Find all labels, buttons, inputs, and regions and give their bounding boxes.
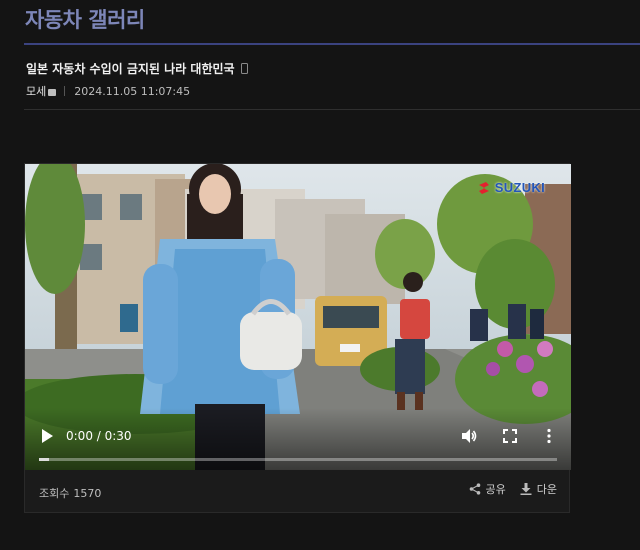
brand-logo: SUZUKI xyxy=(477,180,545,195)
post-actions: 공유 다운 xyxy=(469,481,557,497)
author-badge-icon xyxy=(48,88,57,96)
share-label: 공유 xyxy=(485,483,506,496)
meta-separator xyxy=(64,86,66,96)
video-controls: 0:00 / 0:30 xyxy=(25,408,571,470)
gallery-title[interactable]: 자동차 갤러리 xyxy=(25,4,145,34)
play-icon[interactable] xyxy=(41,429,53,443)
video-player[interactable]: SUZUKI 0:00 / 0:30 xyxy=(25,164,571,470)
download-button[interactable]: 다운 xyxy=(520,481,557,497)
share-icon xyxy=(469,483,480,495)
share-button[interactable]: 공유 xyxy=(469,481,506,497)
time-display: 0:00 / 0:30 xyxy=(66,429,132,443)
title-divider xyxy=(24,43,640,45)
post-title: 일본 자동차 수입이 금지된 나라 대한민국 xyxy=(26,60,248,77)
views-number: 1570 xyxy=(73,487,102,500)
post-meta: 모세 2024.11.05 11:07:45 xyxy=(26,83,190,99)
fullscreen-icon[interactable] xyxy=(503,429,517,443)
author-name[interactable]: 모세 xyxy=(26,83,46,99)
download-label: 다운 xyxy=(536,483,557,496)
brand-mark-icon xyxy=(478,181,489,194)
meta-divider xyxy=(24,109,640,110)
mobile-icon xyxy=(240,63,248,74)
progress-track[interactable] xyxy=(39,458,557,461)
post-title-text: 일본 자동차 수입이 금지된 나라 대한민국 xyxy=(26,62,235,76)
download-icon xyxy=(520,483,532,495)
post-date: 2024.11.05 11:07:45 xyxy=(74,84,191,98)
video-card: SUZUKI 0:00 / 0:30 조회수 1570 공유 다운 xyxy=(24,163,571,513)
brand-label: SUZUKI xyxy=(494,180,545,195)
progress-fill xyxy=(39,458,50,461)
volume-icon[interactable] xyxy=(461,428,477,444)
views-label: 조회수 xyxy=(39,487,70,500)
more-vert-icon[interactable] xyxy=(546,428,552,444)
view-count: 조회수 1570 xyxy=(39,485,101,501)
